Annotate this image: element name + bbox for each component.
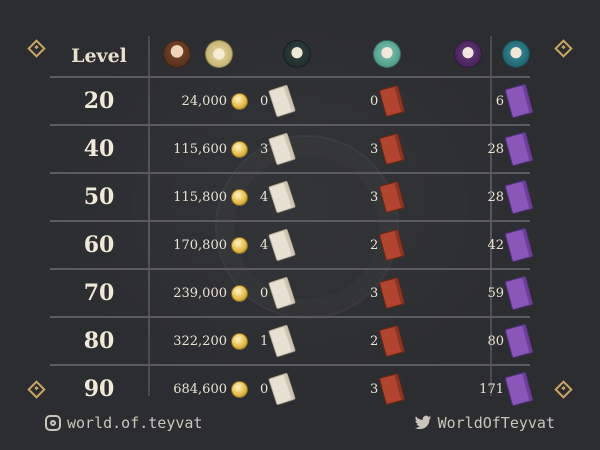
purple-book-icon <box>504 371 534 407</box>
twitter-icon <box>414 415 431 430</box>
purple-book-icon <box>504 83 534 119</box>
red-book-icon <box>378 324 406 358</box>
red-book-count: 2 <box>370 237 379 253</box>
level-value: 90 <box>83 376 115 402</box>
mora-amount: 322,200 <box>173 333 227 349</box>
table-row: 80 322,200 1 2 80 <box>50 316 534 365</box>
level-value: 50 <box>83 184 115 210</box>
red-book-icon <box>378 84 406 118</box>
level-cell: 60 <box>50 220 148 269</box>
white-book-icon <box>268 228 297 262</box>
avatar-purple-hair-icon <box>454 40 482 68</box>
level-cost-table: Level 20 24,000 0 0 6 40 115,600 3 3 28 … <box>50 36 534 412</box>
red-book-icon <box>378 132 406 166</box>
table-row: 20 24,000 0 0 6 <box>50 76 534 125</box>
level-cell: 40 <box>50 124 148 173</box>
avatar-blonde-icon <box>205 40 233 68</box>
level-value: 70 <box>83 280 115 306</box>
purple-book-count: 6 <box>495 93 504 109</box>
mora-coin-icon <box>231 380 248 398</box>
white-book-icon <box>268 84 297 118</box>
red-book-count: 3 <box>370 141 379 157</box>
purple-book-count: 28 <box>487 189 504 205</box>
mora-amount: 170,800 <box>173 237 227 253</box>
twitter-text: WorldOfTeyvat <box>437 414 555 432</box>
mora-coin-icon <box>231 140 248 158</box>
level-header: Level <box>71 45 127 67</box>
level-cell: 50 <box>50 172 148 221</box>
white-book-count: 0 <box>260 285 269 301</box>
avatar-green-hair-icon <box>373 40 401 68</box>
red-book-icon <box>378 276 406 310</box>
avatar-teal-hair-icon <box>502 40 530 68</box>
white-book-count: 4 <box>260 189 269 205</box>
white-book-count: 4 <box>260 237 269 253</box>
red-book-icon <box>378 372 406 406</box>
purple-book-icon <box>504 227 534 263</box>
purple-book-icon <box>504 275 534 311</box>
mora-coin-icon <box>231 284 248 302</box>
table-row: 70 239,000 0 3 59 <box>50 268 534 317</box>
white-book-icon <box>268 276 297 310</box>
instagram-handle[interactable]: world.of.teyvat <box>45 414 202 432</box>
purple-book-count: 28 <box>487 141 504 157</box>
instagram-icon <box>45 415 61 431</box>
avatar-dark-teal-icon <box>283 40 311 68</box>
purple-book-count: 42 <box>487 237 504 253</box>
red-book-count: 0 <box>370 93 379 109</box>
level-cell: 70 <box>50 268 148 317</box>
white-book-icon <box>268 132 297 166</box>
mora-amount: 115,800 <box>173 189 227 205</box>
mora-coin-icon <box>231 188 248 206</box>
mora-coin-icon <box>231 92 248 110</box>
table-row: 50 115,800 4 3 28 <box>50 172 534 221</box>
twitter-handle[interactable]: WorldOfTeyvat <box>414 414 555 432</box>
level-value: 80 <box>83 328 115 354</box>
red-book-count: 3 <box>370 189 379 205</box>
level-cell: 20 <box>50 76 148 125</box>
purple-book-icon <box>504 323 534 359</box>
purple-book-count: 171 <box>479 381 504 397</box>
red-book-icon <box>378 180 406 214</box>
white-book-icon <box>268 180 297 214</box>
mora-coin-icon <box>231 332 248 350</box>
purple-book-count: 59 <box>487 285 504 301</box>
mora-amount: 684,600 <box>173 381 227 397</box>
purple-book-icon <box>504 179 534 215</box>
red-book-count: 2 <box>370 333 379 349</box>
level-value: 20 <box>83 88 115 114</box>
white-book-icon <box>268 372 297 406</box>
red-book-count: 3 <box>370 285 379 301</box>
purple-book-icon <box>504 131 534 167</box>
mora-amount: 239,000 <box>173 285 227 301</box>
level-value: 40 <box>83 136 115 162</box>
mora-amount: 115,600 <box>173 141 227 157</box>
red-book-count: 3 <box>370 381 379 397</box>
mora-amount: 24,000 <box>181 93 228 109</box>
white-book-count: 1 <box>260 333 269 349</box>
white-book-count: 0 <box>260 381 269 397</box>
red-book-icon <box>378 228 406 262</box>
purple-book-count: 80 <box>487 333 504 349</box>
white-book-count: 3 <box>260 141 269 157</box>
level-cell: 80 <box>50 316 148 365</box>
white-book-count: 0 <box>260 93 269 109</box>
white-book-icon <box>268 324 297 358</box>
table-row: 60 170,800 4 2 42 <box>50 220 534 269</box>
footer: world.of.teyvat WorldOfTeyvat <box>0 405 600 445</box>
mora-coin-icon <box>231 236 248 254</box>
level-value: 60 <box>83 232 115 258</box>
avatar-brown-hair-icon <box>163 40 191 68</box>
table-row: 40 115,600 3 3 28 <box>50 124 534 173</box>
instagram-text: world.of.teyvat <box>67 414 203 432</box>
